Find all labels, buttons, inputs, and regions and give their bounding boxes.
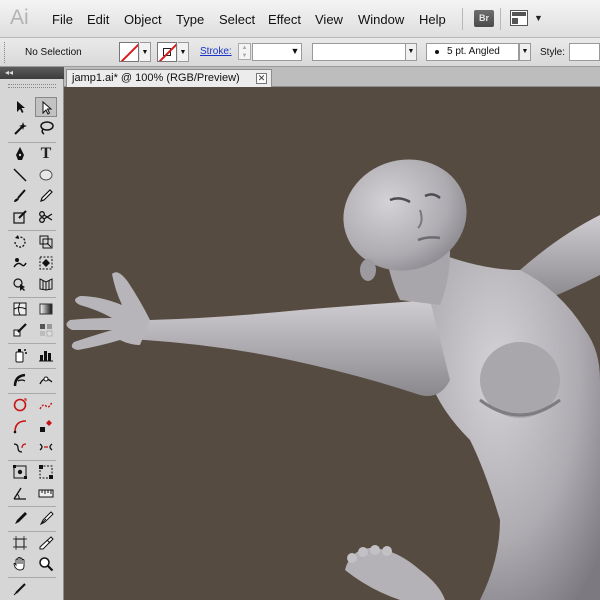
type-tool-icon[interactable]: T xyxy=(35,144,57,164)
toolbox-separator xyxy=(8,393,56,394)
tools-panel-grip[interactable] xyxy=(8,84,56,88)
artboard-canvas[interactable] xyxy=(64,87,600,600)
column-graph-icon[interactable] xyxy=(35,345,57,365)
direct-selection-tool-icon[interactable] xyxy=(35,97,57,117)
menu-file[interactable]: File xyxy=(52,12,73,27)
style-label: Style: xyxy=(540,47,566,58)
bridge-button[interactable]: Br xyxy=(474,10,494,27)
figure-hand xyxy=(66,272,150,350)
close-icon[interactable]: ✕ xyxy=(256,73,267,84)
menu-separator xyxy=(462,8,463,30)
menu-separator xyxy=(500,8,501,30)
warp-icon[interactable] xyxy=(9,253,31,273)
tools-panel: ◂◂ T xyxy=(0,67,64,600)
toolbox-separator xyxy=(8,343,56,344)
arrange-documents-icon[interactable] xyxy=(510,10,528,26)
scissors-icon[interactable] xyxy=(35,207,57,227)
menu-effect[interactable]: Effect xyxy=(268,12,301,27)
tools-panel-collapse-button[interactable]: ◂◂ xyxy=(0,67,64,79)
paintbrush-icon[interactable] xyxy=(9,186,31,206)
brush-definition-field[interactable]: 5 pt. Angled xyxy=(426,43,519,61)
magic-wand-icon[interactable] xyxy=(9,118,31,138)
menu-window[interactable]: Window xyxy=(358,12,404,27)
figure-left-arm xyxy=(129,300,450,396)
artboard-icon[interactable] xyxy=(9,533,31,553)
stroke-weight-stepper[interactable]: ▲ ▼ xyxy=(238,43,251,60)
stroke-link[interactable]: Stroke: xyxy=(200,46,232,57)
eyedropper-tool-icon[interactable] xyxy=(9,579,31,599)
document-tab-title: jamp1.ai* @ 100% (RGB/Preview) xyxy=(72,72,240,84)
document-tab[interactable]: jamp1.ai* @ 100% (RGB/Preview) ✕ xyxy=(66,69,272,88)
menu-view[interactable]: View xyxy=(315,12,343,27)
perspective-grid-icon[interactable] xyxy=(35,274,57,294)
lasso-icon[interactable] xyxy=(35,118,57,138)
eyedropper-icon[interactable] xyxy=(9,320,31,340)
symbol-sprayer-icon[interactable] xyxy=(9,345,31,365)
stroke-weight-dropdown[interactable]: ▼ xyxy=(289,43,301,61)
toolbox-separator xyxy=(8,142,56,143)
toolbox-separator xyxy=(8,230,56,231)
fill-swatch[interactable] xyxy=(119,42,139,62)
pen-tool-icon[interactable] xyxy=(9,144,31,164)
curve-tool-icon[interactable] xyxy=(9,370,31,390)
red-path-tool-icon[interactable] xyxy=(35,395,57,415)
panel-grip[interactable] xyxy=(4,42,7,63)
chevron-down-icon[interactable]: ▼ xyxy=(534,13,543,23)
pencil-icon[interactable] xyxy=(35,186,57,206)
red-diamond-tool-icon[interactable] xyxy=(35,416,57,436)
rotate-icon[interactable] xyxy=(9,232,31,252)
variable-width-profile-dropdown[interactable]: ▼ xyxy=(405,43,417,61)
stroke-swatch[interactable] xyxy=(157,42,177,62)
split-tool-icon[interactable] xyxy=(35,437,57,457)
toolbox-separator xyxy=(8,506,56,507)
toolbox-separator xyxy=(8,531,56,532)
menu-object[interactable]: Object xyxy=(124,12,162,27)
red-circle-tool-icon[interactable] xyxy=(9,395,31,415)
selection-tool-icon[interactable] xyxy=(9,97,31,117)
ruler-icon[interactable] xyxy=(35,483,57,503)
app-logo: Ai xyxy=(10,6,29,29)
stroke-dropdown[interactable]: ▼ xyxy=(178,42,189,62)
transform-box-icon[interactable] xyxy=(9,462,31,482)
ellipse-tool-icon[interactable] xyxy=(35,165,57,185)
zoom-icon[interactable] xyxy=(35,554,57,574)
pen-nib-icon[interactable] xyxy=(9,508,31,528)
gradient-icon[interactable] xyxy=(35,299,57,319)
document-tab-bar: jamp1.ai* @ 100% (RGB/Preview) ✕ xyxy=(64,67,600,88)
menu-edit[interactable]: Edit xyxy=(87,12,109,27)
menu-bar: Ai File Edit Object Type Select Effect V… xyxy=(0,0,600,38)
menu-help[interactable]: Help xyxy=(419,12,446,27)
bridge-tool-icon[interactable] xyxy=(9,437,31,457)
toolbox-separator xyxy=(8,368,56,369)
figure-artwork xyxy=(66,159,600,600)
red-arc-tool-icon[interactable] xyxy=(9,416,31,436)
brush-definition-dropdown[interactable]: ▼ xyxy=(519,43,531,61)
free-transform-icon[interactable] xyxy=(35,253,57,273)
brush-definition-label: 5 pt. Angled xyxy=(447,46,500,57)
figure-torso xyxy=(427,250,600,600)
graphic-style-field[interactable] xyxy=(569,43,600,61)
shape-builder-icon[interactable] xyxy=(9,274,31,294)
line-tool-icon[interactable] xyxy=(9,165,31,185)
width-tool-icon[interactable] xyxy=(35,370,57,390)
corner-select-icon[interactable] xyxy=(35,462,57,482)
toolbox-separator xyxy=(8,297,56,298)
toolbox-separator xyxy=(8,460,56,461)
toolbox-separator xyxy=(8,577,56,578)
fill-dropdown[interactable]: ▼ xyxy=(140,42,151,62)
hand-icon[interactable] xyxy=(9,554,31,574)
mesh-icon[interactable] xyxy=(9,299,31,319)
measure-angle-icon[interactable] xyxy=(9,483,31,503)
slice-icon[interactable] xyxy=(35,533,57,553)
blend-icon[interactable] xyxy=(35,320,57,340)
variable-width-profile-field[interactable] xyxy=(312,43,406,61)
menu-type[interactable]: Type xyxy=(176,12,204,27)
menu-select[interactable]: Select xyxy=(219,12,255,27)
blob-brush-icon[interactable] xyxy=(9,207,31,227)
scale-icon[interactable] xyxy=(35,232,57,252)
brush-dot-icon xyxy=(435,50,439,54)
feather-pen-icon[interactable] xyxy=(35,508,57,528)
selection-status: No Selection xyxy=(25,47,82,58)
